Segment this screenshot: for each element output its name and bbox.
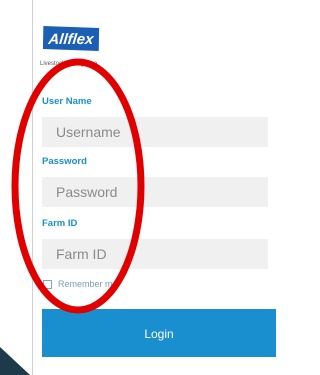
login-button[interactable]: Login xyxy=(42,309,276,357)
brand-name: Allflex xyxy=(47,31,95,48)
brand-logo: Allflex Livestock Intelligence xyxy=(38,24,120,67)
username-label: User Name xyxy=(42,96,92,107)
farm-id-input[interactable] xyxy=(42,239,268,269)
password-input[interactable] xyxy=(42,177,268,207)
allflex-logo-icon: Allflex xyxy=(38,24,103,54)
remember-me-checkbox[interactable] xyxy=(43,280,52,289)
remember-me-label: Remember m xyxy=(58,279,113,289)
corner-decoration xyxy=(0,347,30,375)
brand-tagline: Livestock Intelligence xyxy=(40,61,98,67)
password-label: Password xyxy=(42,156,87,167)
farm-id-label: Farm ID xyxy=(42,218,78,229)
username-input[interactable] xyxy=(42,117,268,147)
